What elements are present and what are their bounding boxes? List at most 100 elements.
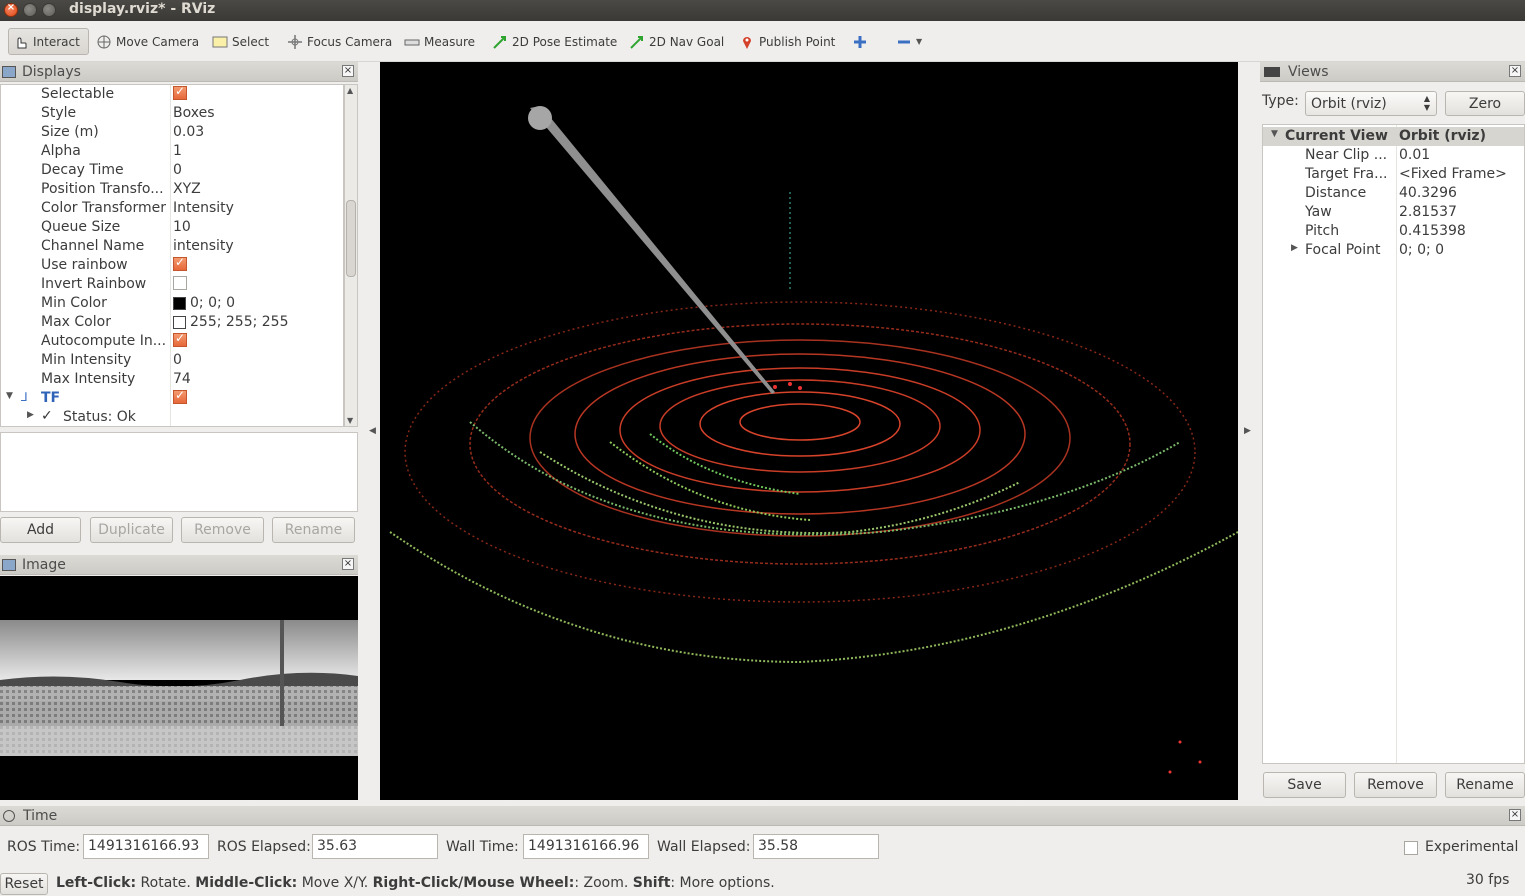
property-checkbox[interactable] — [173, 255, 187, 271]
property-row[interactable]: Position Transfo... XYZ — [1, 180, 343, 199]
property-value[interactable]: XYZ — [173, 181, 201, 197]
property-value[interactable]: Intensity — [173, 200, 234, 216]
add-tool-button[interactable] — [848, 28, 876, 55]
rename-view-button[interactable]: Rename — [1445, 772, 1525, 798]
property-row[interactable]: Min Intensity 0 — [1, 351, 343, 370]
close-icon[interactable]: × — [342, 65, 354, 77]
move-camera-tool-button[interactable]: Move Camera — [92, 28, 203, 55]
add-display-button[interactable]: Add — [0, 517, 81, 543]
property-value[interactable]: 74 — [173, 371, 191, 387]
expand-arrow-icon[interactable]: ▶ — [27, 410, 34, 420]
remove-tool-button[interactable]: ▼ — [892, 28, 926, 55]
property-value[interactable]: Boxes — [173, 105, 215, 121]
views-tree[interactable]: ▼ Current View Orbit (rviz) Near Clip ..… — [1262, 124, 1525, 764]
zero-view-button[interactable]: Zero — [1445, 91, 1525, 116]
view-property-row[interactable]: Yaw 2.81537 — [1263, 203, 1524, 222]
tree-row-tf[interactable]: ▼ ⅃ TF — [1, 388, 343, 408]
camera-icon — [1264, 66, 1280, 77]
scrollbar-thumb[interactable] — [346, 200, 356, 277]
ros-elapsed-field[interactable]: 35.63 — [312, 834, 438, 859]
property-row[interactable]: Style Boxes — [1, 104, 343, 123]
publish-point-tool-button[interactable]: Publish Point — [735, 28, 839, 55]
property-value[interactable]: intensity — [173, 238, 234, 254]
view-property-row[interactable]: Pitch 0.415398 — [1263, 222, 1524, 241]
remove-display-button[interactable]: Remove — [181, 517, 264, 543]
view-property-row[interactable]: ▶ Focal Point 0; 0; 0 — [1263, 241, 1524, 260]
property-checkbox[interactable] — [173, 276, 187, 290]
select-tool-button[interactable]: Select — [208, 28, 273, 55]
property-value[interactable]: 0; 0; 0 — [173, 295, 235, 311]
property-row[interactable]: Alpha 1 — [1, 142, 343, 161]
displays-tree[interactable]: Selectable Style Boxes Size (m) 0.03 Alpha 1 De… — [0, 84, 344, 427]
minimize-window-button[interactable] — [23, 3, 37, 17]
expand-arrow-icon[interactable]: ▶ — [1291, 243, 1298, 253]
collapse-right-icon[interactable]: ▶ — [1244, 426, 1251, 436]
property-value[interactable] — [173, 85, 187, 100]
view-property-value[interactable]: <Fixed Frame> — [1399, 166, 1507, 182]
property-value[interactable]: 0 — [173, 352, 182, 368]
tf-checkbox[interactable] — [173, 388, 187, 404]
property-checkbox[interactable] — [173, 85, 187, 100]
view-property-value[interactable]: 2.81537 — [1399, 204, 1457, 220]
interact-tool-button[interactable]: Interact — [8, 28, 89, 55]
property-row[interactable]: Color Transformer Intensity — [1, 199, 343, 218]
remove-view-button[interactable]: Remove — [1354, 772, 1437, 798]
property-value[interactable] — [173, 255, 187, 271]
focus-camera-tool-button[interactable]: Focus Camera — [283, 28, 396, 55]
rename-display-button[interactable]: Rename — [272, 517, 355, 543]
close-icon[interactable]: × — [1509, 809, 1521, 821]
expand-arrow-icon[interactable]: ▼ — [1271, 129, 1278, 139]
tree-row-status[interactable]: ▶ ✓ Status: Ok — [1, 408, 343, 426]
property-row[interactable]: Channel Name intensity — [1, 237, 343, 256]
property-value[interactable]: 0 — [173, 162, 182, 178]
measure-tool-button[interactable]: Measure — [400, 28, 479, 55]
color-swatch[interactable] — [173, 315, 186, 329]
close-window-button[interactable]: × — [4, 2, 18, 17]
3d-render-viewport[interactable] — [380, 62, 1238, 800]
property-row[interactable]: Autocompute In... — [1, 331, 343, 351]
title-bar: × display.rviz* - RViz — [0, 0, 1525, 21]
property-row[interactable]: Queue Size 10 — [1, 218, 343, 237]
property-row[interactable]: Use rainbow — [1, 255, 343, 275]
close-icon[interactable]: × — [1509, 65, 1521, 77]
collapse-left-icon[interactable]: ◀ — [369, 426, 376, 436]
property-row[interactable]: Max Intensity 74 — [1, 370, 343, 389]
wall-time-field[interactable]: 1491316166.96 — [523, 834, 649, 859]
save-view-button[interactable]: Save — [1263, 772, 1346, 798]
property-value-text: 74 — [173, 371, 191, 387]
view-type-select[interactable]: Orbit (rviz) ▲ ▼ — [1305, 91, 1437, 116]
property-row[interactable]: Selectable — [1, 85, 343, 104]
property-row[interactable]: Min Color 0; 0; 0 — [1, 294, 343, 313]
property-checkbox[interactable] — [173, 331, 187, 347]
duplicate-display-button[interactable]: Duplicate — [90, 517, 173, 543]
property-row[interactable]: Size (m) 0.03 — [1, 123, 343, 142]
reset-button[interactable]: Reset — [0, 873, 48, 895]
current-view-row[interactable]: ▼ Current View Orbit (rviz) — [1263, 127, 1524, 146]
view-property-row[interactable]: Target Fra... <Fixed Frame> — [1263, 165, 1524, 184]
view-property-row[interactable]: Near Clip ... 0.01 — [1263, 146, 1524, 165]
property-value[interactable]: 255; 255; 255 — [173, 314, 289, 330]
property-value[interactable]: 0.03 — [173, 124, 204, 140]
view-property-value[interactable]: 0.01 — [1399, 147, 1430, 163]
view-property-value[interactable]: 40.3296 — [1399, 185, 1457, 201]
color-swatch[interactable] — [173, 296, 186, 310]
property-row[interactable]: Max Color 255; 255; 255 — [1, 313, 343, 332]
ros-time-field[interactable]: 1491316166.93 — [83, 834, 209, 859]
displays-scrollbar[interactable]: ▲ ▼ — [344, 84, 358, 427]
expand-arrow-icon[interactable]: ▼ — [6, 391, 13, 401]
experimental-checkbox[interactable] — [1404, 841, 1418, 855]
view-property-value[interactable]: 0; 0; 0 — [1399, 242, 1444, 258]
maximize-window-button[interactable] — [42, 3, 56, 17]
close-icon[interactable]: × — [342, 558, 354, 570]
wall-elapsed-field[interactable]: 35.58 — [753, 834, 879, 859]
nav-goal-tool-button[interactable]: 2D Nav Goal — [625, 28, 728, 55]
property-value[interactable] — [173, 331, 187, 347]
pose-estimate-tool-button[interactable]: 2D Pose Estimate — [488, 28, 621, 55]
property-value[interactable]: 10 — [173, 219, 191, 235]
property-value[interactable]: 1 — [173, 143, 182, 159]
property-value[interactable] — [173, 276, 187, 290]
view-property-value[interactable]: 0.415398 — [1399, 223, 1466, 239]
property-row[interactable]: Decay Time 0 — [1, 161, 343, 180]
property-row[interactable]: Invert Rainbow — [1, 275, 343, 294]
view-property-row[interactable]: Distance 40.3296 — [1263, 184, 1524, 203]
